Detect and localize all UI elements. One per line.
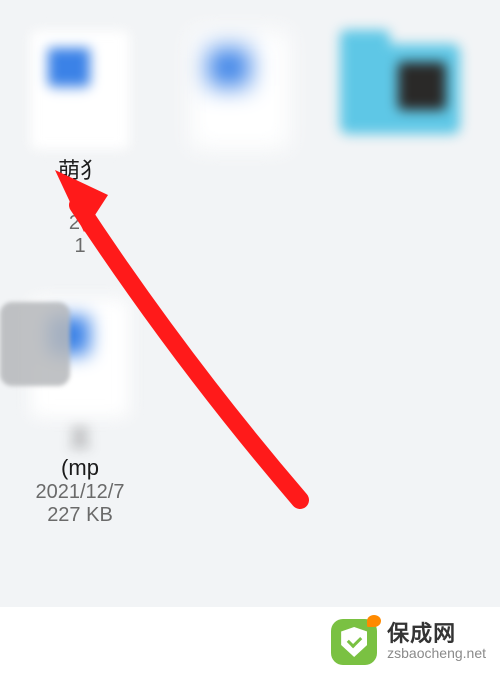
file-item[interactable]: 萌犭 20 1 <box>20 30 140 258</box>
file-item[interactable] <box>180 30 300 258</box>
document-icon <box>30 30 130 150</box>
brand-logo-icon <box>331 619 377 665</box>
file-name: 三 <box>20 426 140 452</box>
file-name: 萌犭 <box>20 158 140 184</box>
watermark-bar: 保成网 zsbaocheng.net <box>0 607 500 677</box>
assistive-touch-button[interactable] <box>0 302 70 386</box>
file-date: 20 <box>20 212 140 235</box>
brand-name-en: zsbaocheng.net <box>387 646 486 661</box>
brand-text: 保成网 zsbaocheng.net <box>387 622 486 662</box>
file-size: 1 <box>20 235 140 258</box>
folder-item[interactable] <box>340 34 460 258</box>
file-grid: 萌犭 20 1 三 (mp 2021/12/7 227 KB <box>0 0 500 557</box>
file-ext: (mp <box>20 455 140 481</box>
document-icon <box>190 30 290 150</box>
folder-icon <box>340 44 460 134</box>
file-date: 2021/12/7 <box>20 481 140 504</box>
brand-name-cn: 保成网 <box>387 622 486 646</box>
file-size: 227 KB <box>20 504 140 527</box>
